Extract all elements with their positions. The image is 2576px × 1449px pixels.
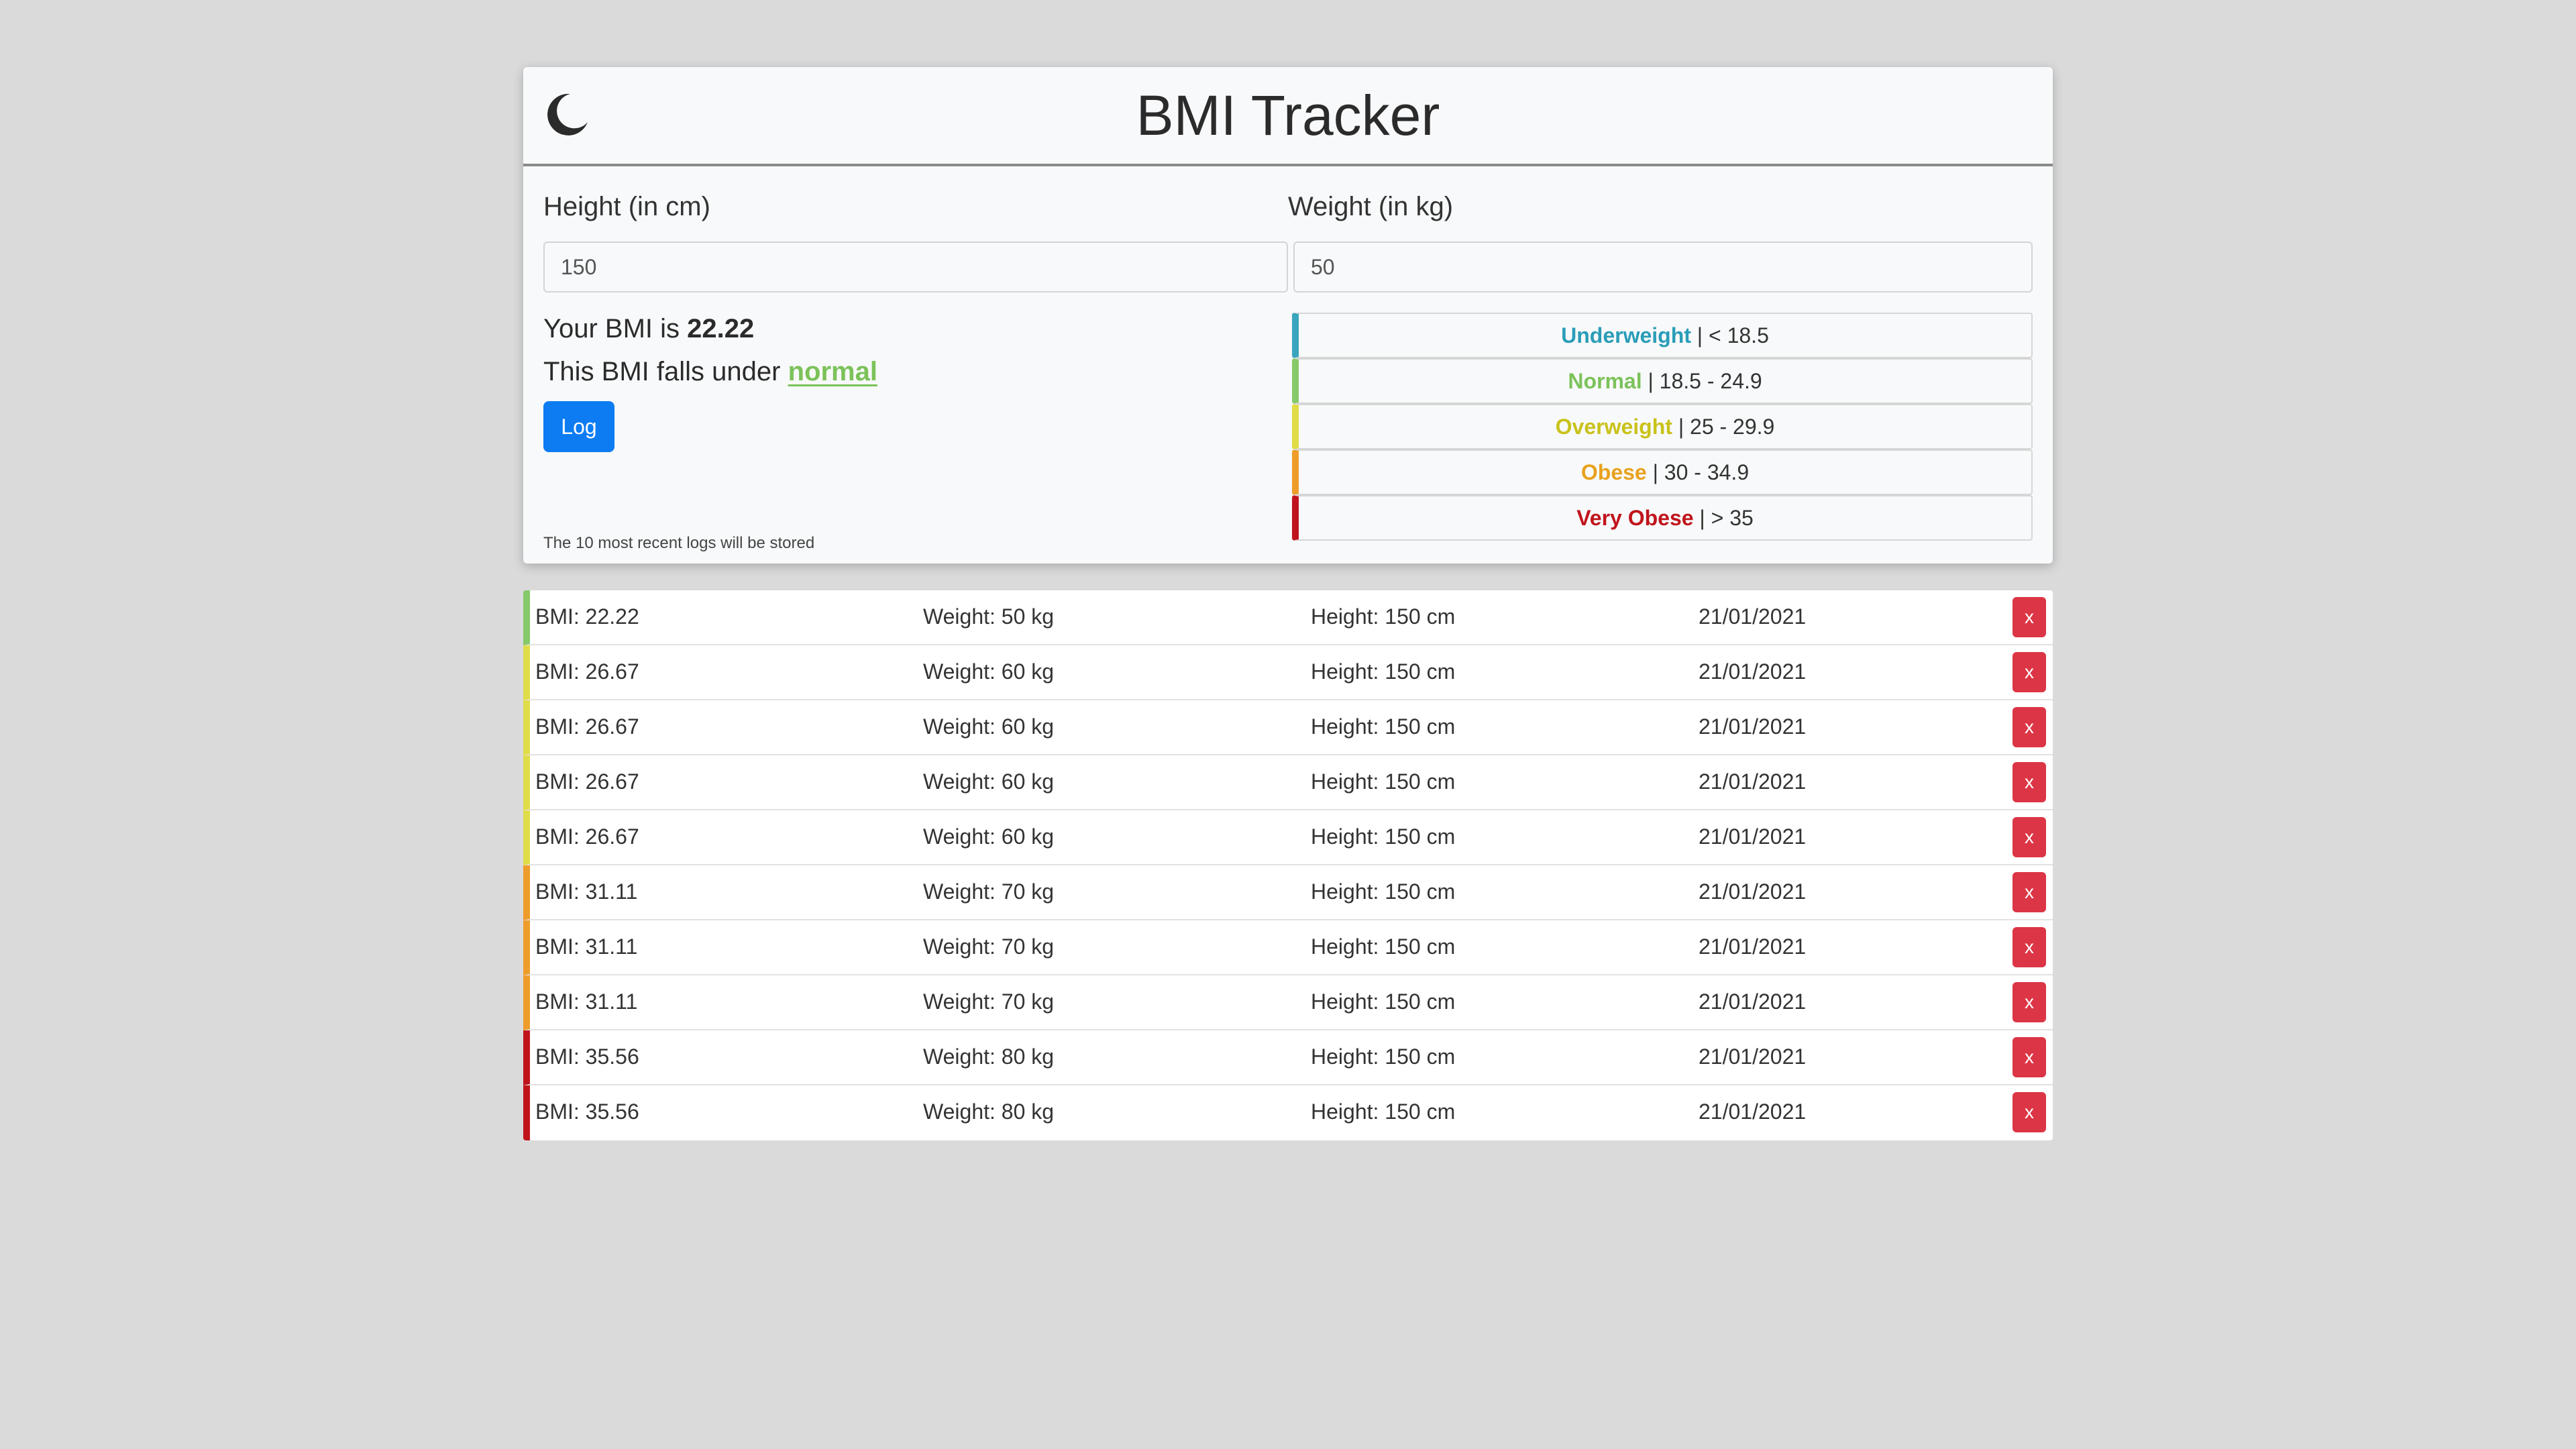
log-bmi: BMI: 31.11 [535,934,638,959]
storage-note: The 10 most recent logs will be stored [543,534,815,552]
log-weight: Weight: 50 kg [923,604,1055,629]
category-very-obese: Very Obese | > 35 [1292,495,2033,541]
log-height: Height: 150 cm [1311,879,1456,904]
delete-log-button[interactable]: x [2012,872,2046,912]
log-date: 21/01/2021 [1699,714,1807,739]
bmi-value: 22.22 [687,314,755,343]
log-height: Height: 150 cm [1311,769,1456,794]
category-range: | 18.5 - 24.9 [1642,369,1762,393]
log-weight: Weight: 60 kg [923,659,1055,684]
category-name: Overweight [1555,415,1672,439]
log-entry: BMI: 31.11 Weight: 70 kg Height: 150 cm … [523,865,2053,920]
category-underweight: Underweight | < 18.5 [1292,313,2033,358]
log-entry: BMI: 26.67 Weight: 60 kg Height: 150 cm … [523,645,2053,700]
delete-log-button[interactable]: x [2012,982,2046,1022]
category-name: Normal [1568,369,1642,393]
bmi-result: Your BMI is 22.22 [543,314,754,344]
log-bmi: BMI: 22.22 [535,604,639,629]
log-weight: Weight: 80 kg [923,1099,1055,1124]
log-weight: Weight: 60 kg [923,824,1055,849]
log-entry: BMI: 26.67 Weight: 60 kg Height: 150 cm … [523,700,2053,755]
height-input[interactable] [543,241,1288,292]
category-name: Obese [1580,460,1647,484]
log-date: 21/01/2021 [1699,1099,1807,1124]
delete-log-button[interactable]: x [2012,652,2046,692]
log-date: 21/01/2021 [1699,659,1807,684]
bmi-log-list: BMI: 22.22 Weight: 50 kg Height: 150 cm … [523,590,2053,1140]
log-weight: Weight: 60 kg [923,714,1055,739]
delete-log-button[interactable]: x [2012,817,2046,857]
log-date: 21/01/2021 [1699,879,1807,904]
log-height: Height: 150 cm [1311,934,1456,959]
delete-log-button[interactable]: x [2012,762,2046,802]
bmi-result-prefix: Your BMI is [543,314,688,343]
category-range: | 25 - 29.9 [1672,415,1775,439]
log-entry: BMI: 31.11 Weight: 70 kg Height: 150 cm … [523,975,2053,1030]
log-entry: BMI: 26.67 Weight: 60 kg Height: 150 cm … [523,810,2053,865]
log-weight: Weight: 70 kg [923,989,1055,1014]
log-height: Height: 150 cm [1311,1044,1456,1069]
log-date: 21/01/2021 [1699,769,1807,794]
log-weight: Weight: 70 kg [923,879,1055,904]
log-entry: BMI: 35.56 Weight: 80 kg Height: 150 cm … [523,1030,2053,1085]
delete-log-button[interactable]: x [2012,927,2046,967]
moon-icon[interactable] [543,91,590,138]
log-date: 21/01/2021 [1699,604,1807,629]
log-entry: BMI: 22.22 Weight: 50 kg Height: 150 cm … [523,590,2053,645]
category-range: | > 35 [1693,506,1754,530]
bmi-category-list: Underweight | < 18.5 Normal | 18.5 - 24.… [1292,313,2033,541]
log-height: Height: 150 cm [1311,989,1456,1014]
log-height: Height: 150 cm [1311,714,1456,739]
log-bmi: BMI: 26.67 [535,659,639,684]
category-range: | < 18.5 [1690,323,1769,347]
app-title: BMI Tracker [1136,84,1440,147]
bmi-class-value: normal [788,357,877,386]
bmi-classification: This BMI falls under normal [543,357,877,387]
category-normal: Normal | 18.5 - 24.9 [1292,358,2033,404]
log-height: Height: 150 cm [1311,659,1456,684]
category-obese: Obese | 30 - 34.9 [1292,449,2033,495]
log-entry: BMI: 31.11 Weight: 70 kg Height: 150 cm … [523,920,2053,975]
log-height: Height: 150 cm [1311,604,1456,629]
log-weight: Weight: 70 kg [923,934,1055,959]
log-bmi: BMI: 31.11 [535,989,638,1014]
category-overweight: Overweight | 25 - 29.9 [1292,404,2033,449]
log-height: Height: 150 cm [1311,1099,1456,1124]
log-weight: Weight: 80 kg [923,1044,1055,1069]
log-bmi: BMI: 26.67 [535,714,639,739]
log-height: Height: 150 cm [1311,824,1456,849]
log-button[interactable]: Log [543,401,614,452]
delete-log-button[interactable]: x [2012,1037,2046,1077]
log-entry: BMI: 35.56 Weight: 80 kg Height: 150 cm … [523,1085,2053,1140]
card-header: BMI Tracker [523,67,2053,166]
log-bmi: BMI: 35.56 [535,1044,639,1069]
log-bmi: BMI: 31.11 [535,879,638,904]
height-label: Height (in cm) [543,192,710,221]
category-name: Underweight [1561,323,1691,347]
category-range: | 30 - 34.9 [1646,460,1750,484]
log-bmi: BMI: 35.56 [535,1099,639,1124]
bmi-calculator-card: BMI Tracker Height (in cm) Weight (in kg… [523,67,2053,564]
weight-input[interactable] [1293,241,2033,292]
weight-label: Weight (in kg) [1288,192,1454,221]
log-date: 21/01/2021 [1699,934,1807,959]
log-entry: BMI: 26.67 Weight: 60 kg Height: 150 cm … [523,755,2053,810]
bmi-class-prefix: This BMI falls under [543,357,788,386]
log-bmi: BMI: 26.67 [535,769,639,794]
delete-log-button[interactable]: x [2012,597,2046,637]
log-weight: Weight: 60 kg [923,769,1055,794]
log-bmi: BMI: 26.67 [535,824,639,849]
delete-log-button[interactable]: x [2012,707,2046,747]
category-name: Very Obese [1576,506,1694,530]
log-date: 21/01/2021 [1699,1044,1807,1069]
delete-log-button[interactable]: x [2012,1092,2046,1132]
log-date: 21/01/2021 [1699,824,1807,849]
log-date: 21/01/2021 [1699,989,1807,1014]
